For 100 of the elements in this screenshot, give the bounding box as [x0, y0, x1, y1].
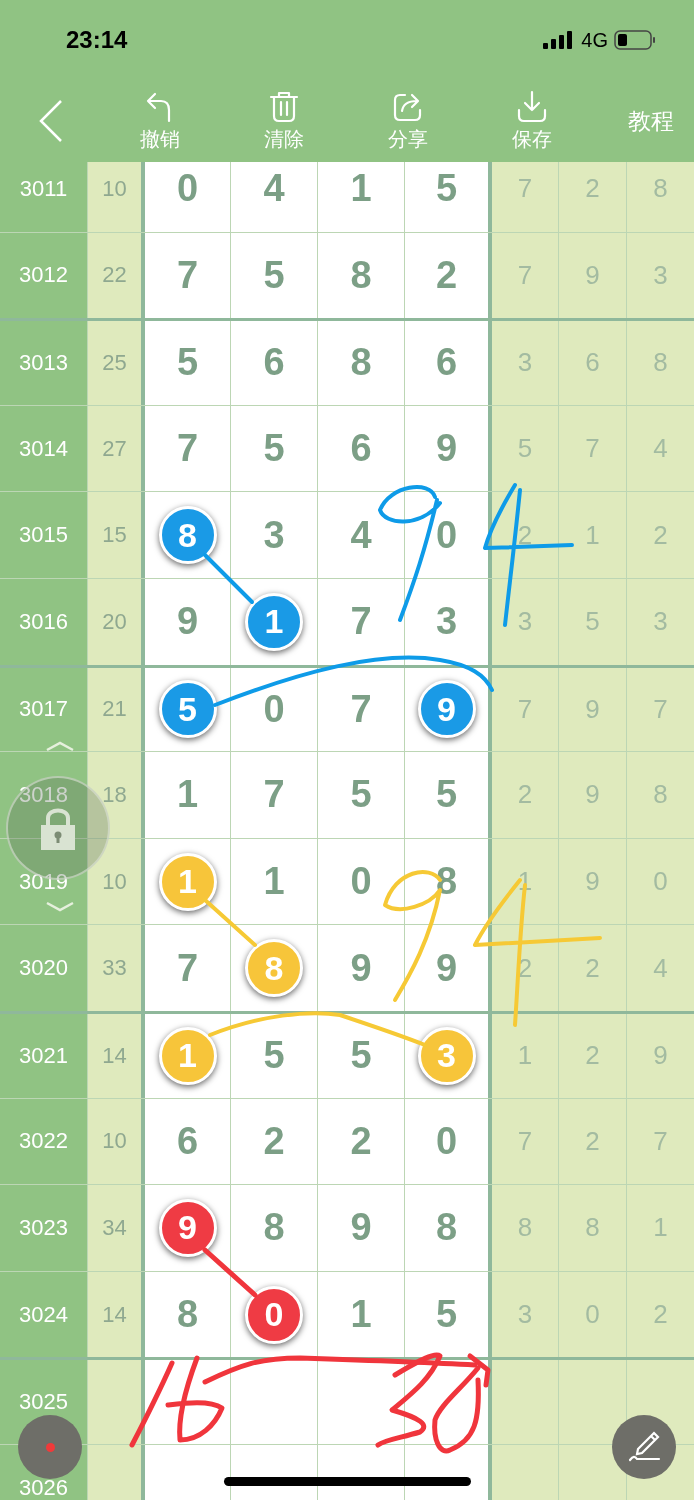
sum-value: 33	[102, 955, 127, 982]
clear-icon	[267, 89, 301, 124]
digit: 0	[435, 1119, 458, 1163]
digit: 1	[176, 773, 199, 817]
sum-value: 27	[102, 435, 127, 462]
digit: 7	[263, 773, 285, 817]
sum-value: 10	[102, 1128, 127, 1155]
chevron-down-icon[interactable]	[45, 901, 75, 913]
issue-number: 3024	[19, 1301, 68, 1328]
digit: 4	[263, 167, 285, 211]
digit: 8	[350, 253, 372, 297]
digit: 9	[653, 1040, 668, 1072]
battery-icon	[614, 30, 656, 50]
digit: 7	[176, 427, 199, 471]
sum-value: 25	[102, 350, 127, 376]
digit: 0	[350, 860, 372, 904]
digit: 8	[435, 860, 458, 904]
digit: 2	[585, 1125, 600, 1157]
sum-value: 20	[102, 608, 127, 635]
digit: 9	[435, 427, 458, 471]
digit: 7	[517, 173, 533, 205]
digit: 0	[263, 687, 285, 731]
sum-value: 18	[102, 781, 127, 808]
digit: 2	[653, 519, 668, 551]
digit: 1	[263, 860, 285, 904]
save-icon	[515, 89, 549, 124]
issue-number: 3011	[19, 175, 68, 202]
digit: 2	[517, 952, 533, 984]
digit: 8	[653, 347, 668, 379]
digit: 8	[517, 1212, 533, 1244]
issue-number: 3025	[19, 1389, 68, 1416]
undo-button[interactable]: 撤销	[98, 89, 222, 153]
digit: 6	[435, 341, 458, 385]
digit: 5	[263, 253, 285, 297]
digit: 9	[585, 866, 600, 898]
digit: 4	[653, 952, 668, 984]
digit: 2	[517, 519, 533, 551]
digit: 0	[653, 866, 668, 898]
digit: 8	[653, 173, 668, 205]
digit: 5	[263, 427, 285, 471]
digit: 9	[585, 693, 600, 725]
digit: 7	[653, 693, 668, 725]
chevron-up-icon[interactable]	[45, 740, 75, 752]
issue-number: 3017	[19, 696, 68, 723]
digit: 3	[263, 513, 285, 557]
clear-button[interactable]: 清除	[222, 89, 346, 153]
digit: 9	[350, 946, 372, 990]
digit: 6	[263, 341, 285, 385]
digit: 3	[517, 606, 533, 638]
digit: 5	[435, 167, 458, 211]
back-icon	[38, 99, 64, 143]
digit: 7	[585, 433, 600, 465]
tutorial-button[interactable]: 教程	[628, 105, 674, 137]
digit: 4	[350, 513, 372, 557]
digit: 9	[435, 946, 458, 990]
issue-number: 3020	[19, 955, 68, 982]
digit: 7	[517, 259, 533, 291]
network-label: 4G	[581, 28, 608, 52]
digit: 5	[435, 773, 458, 817]
digit: 1	[653, 1212, 668, 1244]
digit: 2	[585, 1040, 600, 1072]
issue-number: 3016	[19, 608, 68, 635]
status-time: 23:14	[66, 26, 128, 54]
pen-icon	[627, 1430, 661, 1464]
digit: 0	[176, 167, 199, 211]
digit: 2	[585, 952, 600, 984]
issue-number: 3022	[19, 1128, 68, 1155]
digit: 9	[585, 259, 600, 291]
digit: 6	[585, 347, 600, 379]
save-button[interactable]: 保存	[470, 89, 594, 153]
issue-number: 3023	[19, 1214, 68, 1241]
digit: 4	[653, 433, 668, 465]
digit: 3	[653, 259, 668, 291]
sum-value: 21	[102, 696, 127, 723]
sum-value: 22	[102, 262, 127, 289]
digit: 2	[350, 1119, 372, 1163]
digit: 9	[350, 1206, 372, 1250]
digit: 8	[653, 779, 668, 811]
digit: 3	[517, 1299, 533, 1330]
digit: 8	[435, 1206, 458, 1250]
sum-value: 10	[102, 868, 127, 895]
share-button[interactable]: 分享	[346, 89, 470, 153]
digit: 3	[435, 600, 458, 644]
digit: 5	[517, 433, 533, 465]
sum-value: 14	[102, 1301, 127, 1328]
digit: 1	[350, 1293, 372, 1336]
digit: 6	[176, 1119, 199, 1163]
sum-value: 15	[102, 522, 127, 549]
digit: 3	[517, 347, 533, 379]
digit: 7	[350, 687, 372, 731]
digit: 7	[517, 1125, 533, 1157]
digit: 8	[585, 1212, 600, 1244]
digit: 5	[350, 1034, 372, 1078]
digit: 7	[517, 693, 533, 725]
digit: 7	[653, 1125, 668, 1157]
digit: 2	[263, 1119, 285, 1163]
digit: 7	[350, 600, 372, 644]
digit: 1	[350, 167, 372, 211]
digit: 2	[517, 779, 533, 811]
digit: 1	[517, 1040, 533, 1072]
